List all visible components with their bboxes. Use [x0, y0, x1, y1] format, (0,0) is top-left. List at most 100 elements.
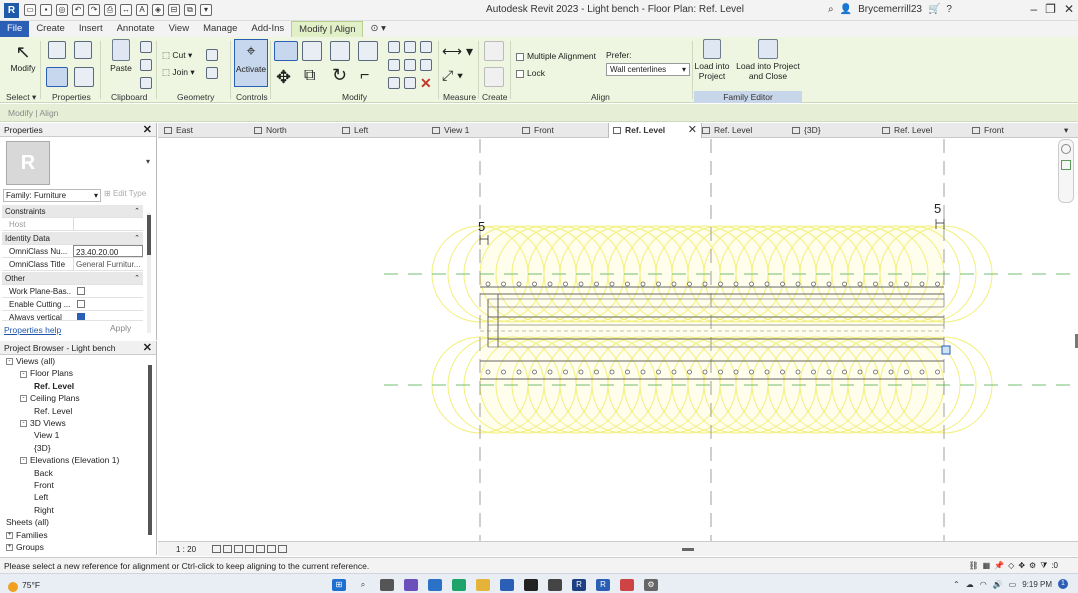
- prop-category-other[interactable]: Other ⌃: [2, 272, 143, 285]
- revit-taskbar-icon[interactable]: R: [572, 579, 586, 591]
- task-view-icon[interactable]: [380, 579, 394, 591]
- help-button[interactable]: ?: [946, 4, 952, 15]
- tree-node[interactable]: Left: [34, 491, 48, 503]
- omniclass-number-input[interactable]: 23.40.20.00: [73, 245, 143, 257]
- view-tab-left[interactable]: Left: [342, 123, 368, 138]
- join-geometry-button[interactable]: ⬚ Join ▾: [162, 67, 195, 78]
- switch-windows-icon[interactable]: ⧉: [184, 4, 196, 16]
- view-tab-ref-level-3[interactable]: Ref. Level: [882, 123, 932, 138]
- family-types-icon[interactable]: [74, 67, 94, 87]
- search-icon[interactable]: ⌕: [828, 4, 834, 15]
- restore-button[interactable]: ❐: [1045, 2, 1056, 16]
- cart-icon[interactable]: 🛒: [928, 4, 940, 15]
- tree-node[interactable]: - Ceiling Plans: [20, 392, 80, 404]
- prop-row-host[interactable]: Host: [2, 218, 143, 231]
- array-icon[interactable]: [388, 59, 400, 71]
- start-menu-icon[interactable]: ⊞: [332, 579, 346, 591]
- enable-cutting-checkbox[interactable]: [77, 300, 85, 308]
- load-into-project-close-button[interactable]: Load into Project and Close: [734, 39, 802, 81]
- zoom-icon[interactable]: [1061, 160, 1071, 170]
- tab-add-ins[interactable]: Add-Ins: [244, 21, 291, 37]
- tree-node[interactable]: {3D}: [34, 442, 51, 454]
- sync-icon[interactable]: ◎: [56, 4, 68, 16]
- view-tabs-menu-icon[interactable]: ▾: [1064, 123, 1068, 138]
- background-process-icon[interactable]: ⚙: [1029, 561, 1036, 571]
- shadows-icon[interactable]: [245, 545, 254, 553]
- delete-icon[interactable]: ✕: [420, 75, 432, 92]
- split-element-icon[interactable]: [388, 41, 400, 53]
- view-scale[interactable]: 1 : 20: [176, 545, 196, 554]
- text-icon[interactable]: A: [136, 4, 148, 16]
- project-browser-scrollbar[interactable]: [148, 365, 152, 535]
- dimension-right[interactable]: 5: [934, 201, 945, 229]
- split-gap-icon[interactable]: [404, 41, 416, 53]
- file-explorer-icon[interactable]: [476, 579, 490, 591]
- view-tab-3d[interactable]: {3D}: [792, 123, 821, 138]
- measure-icon[interactable]: ↔: [120, 4, 132, 16]
- prop-row-omniclass-title[interactable]: OmniClass Title General Furnitur...: [2, 258, 143, 271]
- properties-icon[interactable]: [46, 67, 68, 87]
- expand-icon[interactable]: +: [6, 531, 13, 539]
- modify-button[interactable]: ↖ Modify: [8, 41, 38, 73]
- tree-node[interactable]: Front: [34, 479, 54, 491]
- clock-time[interactable]: 9:19 PM: [1022, 580, 1052, 589]
- navigation-bar[interactable]: [1058, 139, 1074, 203]
- tree-node[interactable]: -3D Views: [20, 417, 66, 429]
- type-properties-icon[interactable]: [48, 41, 66, 59]
- mirror-axis-icon[interactable]: [330, 41, 350, 61]
- copy-element-icon[interactable]: ⧉: [304, 67, 315, 85]
- tree-node[interactable]: + Groups: [6, 541, 44, 553]
- tree-node[interactable]: Right: [34, 504, 54, 516]
- collapse-icon[interactable]: -: [6, 358, 13, 366]
- tree-node[interactable]: Sheets (all): [6, 516, 49, 528]
- collapse-icon[interactable]: -: [20, 395, 27, 403]
- family-category-icon[interactable]: [74, 41, 92, 59]
- edit-type-button[interactable]: ⊞ Edit Type: [104, 189, 146, 198]
- collapse-icon[interactable]: -: [20, 370, 27, 378]
- properties-help-link[interactable]: Properties help: [4, 325, 61, 335]
- select-by-face-icon[interactable]: ◇: [1008, 561, 1014, 571]
- pin-icon[interactable]: [420, 41, 432, 53]
- 3d-view-icon[interactable]: ◈: [152, 4, 164, 16]
- scroll-thumb[interactable]: [147, 215, 151, 255]
- tab-modify-align[interactable]: Modify | Align: [291, 21, 364, 37]
- keyboard-app-icon[interactable]: [548, 579, 562, 591]
- split-face-icon[interactable]: [206, 67, 218, 79]
- cloud-icon[interactable]: ☁: [966, 580, 974, 589]
- trim-extend-icon[interactable]: ⌐: [360, 67, 369, 85]
- tab-view[interactable]: View: [162, 21, 196, 37]
- open-icon[interactable]: ▭: [24, 4, 36, 16]
- collapse-icon[interactable]: -: [20, 457, 27, 465]
- tab-annotate[interactable]: Annotate: [110, 21, 162, 37]
- move-icon[interactable]: ✥: [276, 67, 291, 88]
- store-icon[interactable]: [500, 579, 514, 591]
- drag-elements-icon[interactable]: ✥: [1018, 561, 1025, 571]
- minimize-button[interactable]: –: [1030, 2, 1037, 16]
- activate-controls-button[interactable]: ⌖ Activate: [234, 39, 268, 87]
- collapse-icon[interactable]: -: [20, 420, 27, 428]
- unpin-icon[interactable]: [420, 59, 432, 71]
- type-selector-chevron-icon[interactable]: ▾: [146, 157, 150, 166]
- properties-close-icon[interactable]: ✕: [143, 123, 152, 137]
- edge-icon[interactable]: [452, 579, 466, 591]
- drawing-canvas[interactable]: 5 5: [158, 139, 1078, 541]
- scissors-icon[interactable]: [140, 41, 152, 53]
- tree-node[interactable]: + Families: [6, 529, 48, 541]
- reveal-hidden-icon[interactable]: [278, 545, 287, 553]
- close-hidden-icon[interactable]: ⊟: [168, 4, 180, 16]
- align-cursor-grip[interactable]: [941, 345, 951, 355]
- weather-temperature[interactable]: 75°F: [22, 580, 40, 590]
- mail-icon[interactable]: [428, 579, 442, 591]
- save-icon[interactable]: ▪: [40, 4, 52, 16]
- group-select[interactable]: Select ▾: [6, 92, 36, 103]
- measure-between-icon[interactable]: ⟷ ▾: [442, 43, 473, 60]
- dimension-icon[interactable]: ⤢ ▾: [442, 67, 463, 84]
- tray-overflow-icon[interactable]: ⌃: [953, 580, 960, 589]
- view-tab-view1[interactable]: View 1: [432, 123, 469, 138]
- prefer-dropdown[interactable]: Wall centerlines ▾: [606, 63, 690, 76]
- customize-qat-icon[interactable]: ▾: [200, 4, 212, 16]
- user-icon[interactable]: 👤: [840, 4, 852, 15]
- project-browser-close-icon[interactable]: ✕: [143, 341, 152, 355]
- search-icon[interactable]: ⌕: [356, 579, 370, 591]
- align-icon[interactable]: [274, 41, 298, 61]
